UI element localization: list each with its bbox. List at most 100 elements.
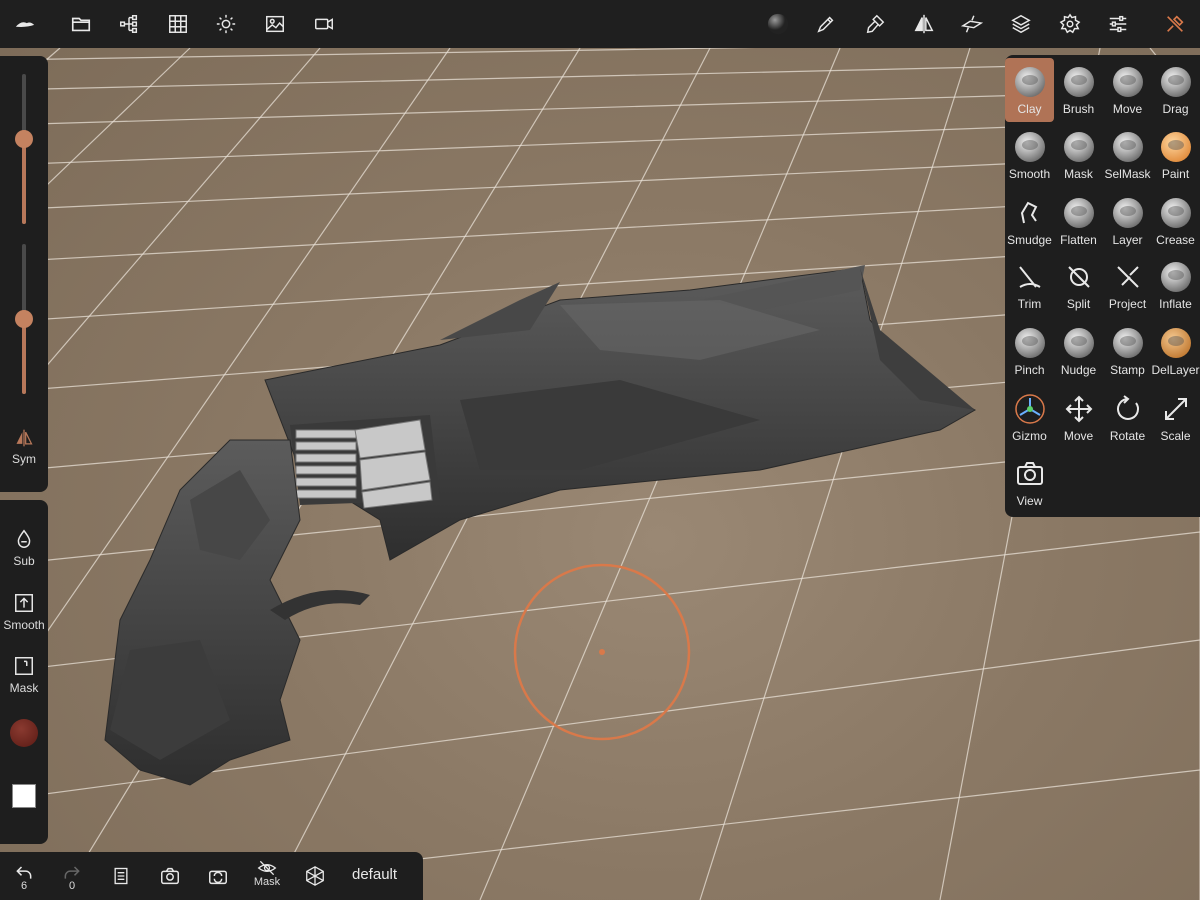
sym-label: Sym <box>12 452 36 466</box>
smooth-box-icon <box>15 594 33 612</box>
tool-smudge[interactable]: Smudge <box>1005 189 1054 253</box>
layers-icon[interactable] <box>1004 8 1038 40</box>
tool-crease[interactable]: Crease <box>1151 189 1200 253</box>
settings-icon[interactable] <box>1053 8 1087 40</box>
intensity-slider[interactable] <box>15 244 33 394</box>
tool-label: Trim <box>1017 297 1042 311</box>
intensity-slider-fill <box>22 319 26 394</box>
tool-dellayer[interactable]: DelLayer <box>1151 319 1200 383</box>
tool-rotate[interactable]: Rotate <box>1103 385 1152 449</box>
reset-camera-button[interactable] <box>198 852 238 900</box>
tool-label: Inflate <box>1159 297 1192 311</box>
sliders-icon[interactable] <box>1101 8 1135 40</box>
hide-mask-button[interactable]: Mask <box>247 852 287 900</box>
mask-button[interactable]: Mask <box>0 655 48 695</box>
redo-count: 0 <box>68 880 76 892</box>
nomad-logo-icon[interactable] <box>8 8 42 40</box>
tool-mask[interactable]: Mask <box>1054 123 1103 187</box>
light-icon[interactable] <box>209 8 243 40</box>
mask-label: Mask <box>9 681 39 695</box>
mask-box-icon <box>15 657 33 675</box>
tool-layer[interactable]: Layer <box>1103 189 1152 253</box>
smudge-icon <box>1014 197 1046 229</box>
smooth-button[interactable]: Smooth <box>0 592 48 632</box>
split-icon <box>1063 261 1095 293</box>
tool-stamp[interactable]: Stamp <box>1103 319 1152 383</box>
mask-sphere-icon <box>1063 131 1095 163</box>
smooth-sphere-icon <box>1014 131 1046 163</box>
tool-clay[interactable]: Clay <box>1005 58 1054 122</box>
symmetry-icon <box>16 429 33 447</box>
left-action-panel: Sub Smooth Mask <box>0 500 48 844</box>
tool-label: Scale <box>1160 429 1191 443</box>
tool-pinch[interactable]: Pinch <box>1005 319 1054 383</box>
tool-view[interactable]: View <box>1005 450 1054 514</box>
folder-icon[interactable] <box>64 8 98 40</box>
symmetry-icon[interactable] <box>907 8 941 40</box>
tool-paint[interactable]: Paint <box>1151 123 1200 187</box>
mask-toggle-label: Mask <box>253 876 281 888</box>
tool-nudge[interactable]: Nudge <box>1054 319 1103 383</box>
rotate-icon <box>1112 393 1144 425</box>
clay-sphere-icon <box>1014 66 1046 98</box>
wireframe-button[interactable] <box>295 852 335 900</box>
tool-project[interactable]: Project <box>1103 253 1152 317</box>
video-icon[interactable] <box>307 8 341 40</box>
tool-label: Nudge <box>1060 363 1097 377</box>
tool-split[interactable]: Split <box>1054 253 1103 317</box>
tool-label: Paint <box>1161 167 1190 181</box>
tool-label: Project <box>1108 297 1147 311</box>
redo-icon <box>64 866 80 879</box>
camera-icon <box>1014 458 1046 490</box>
preset-label[interactable]: default <box>352 866 397 883</box>
tool-drag[interactable]: Drag <box>1151 58 1200 122</box>
intensity-slider-knob[interactable] <box>15 310 33 328</box>
painting-icon[interactable] <box>809 8 843 40</box>
tools-wrench-icon[interactable] <box>1158 8 1192 40</box>
sym-button[interactable]: Sym <box>0 428 48 466</box>
stamp-sphere-icon <box>1112 327 1144 359</box>
background-image-icon[interactable] <box>258 8 292 40</box>
tool-flatten[interactable]: Flatten <box>1054 189 1103 253</box>
project-icon <box>1112 261 1144 293</box>
tool-move-transform[interactable]: Move <box>1054 385 1103 449</box>
tool-gizmo[interactable]: Gizmo <box>1005 385 1054 449</box>
secondary-color-swatch[interactable] <box>12 784 36 808</box>
tool-trim[interactable]: Trim <box>1005 253 1054 317</box>
inflate-sphere-icon <box>1160 261 1192 293</box>
top-toolbar <box>0 0 1200 48</box>
camera-rig-icon[interactable] <box>955 8 989 40</box>
tool-label: Rotate <box>1109 429 1146 443</box>
scene-tree-icon[interactable] <box>112 8 146 40</box>
tool-smooth[interactable]: Smooth <box>1005 123 1054 187</box>
tool-brush[interactable]: Brush <box>1054 58 1103 122</box>
camera-swap-icon <box>209 870 227 885</box>
tool-label: DelLayer <box>1151 363 1200 377</box>
radius-slider-knob[interactable] <box>15 130 33 148</box>
tool-scale[interactable]: Scale <box>1151 385 1200 449</box>
nudge-sphere-icon <box>1063 327 1095 359</box>
radius-slider[interactable] <box>15 74 33 224</box>
tool-selmask[interactable]: SelMask <box>1103 123 1152 187</box>
screenshot-button[interactable] <box>150 852 190 900</box>
undo-button[interactable]: 6 <box>4 852 44 900</box>
matcap-sphere-icon[interactable] <box>761 8 795 40</box>
eye-off-icon <box>257 860 277 876</box>
flatten-sphere-icon <box>1063 197 1095 229</box>
tool-label: Split <box>1066 297 1091 311</box>
redo-button[interactable]: 0 <box>52 852 92 900</box>
color-swatch[interactable] <box>10 719 38 747</box>
tool-label: Stamp <box>1110 363 1145 377</box>
topology-grid-icon[interactable] <box>161 8 195 40</box>
stroke-brush-icon[interactable] <box>858 8 892 40</box>
tool-label: Clay <box>1017 102 1042 116</box>
tool-label: Smudge <box>1007 233 1052 247</box>
tool-label: Pinch <box>1014 363 1045 377</box>
sub-button[interactable]: Sub <box>0 528 48 568</box>
tool-inflate[interactable]: Inflate <box>1151 253 1200 317</box>
tool-move[interactable]: Move <box>1103 58 1152 122</box>
notes-button[interactable] <box>101 852 141 900</box>
brush-sphere-icon <box>1063 66 1095 98</box>
sub-label: Sub <box>13 554 35 568</box>
selmask-sphere-icon <box>1112 131 1144 163</box>
